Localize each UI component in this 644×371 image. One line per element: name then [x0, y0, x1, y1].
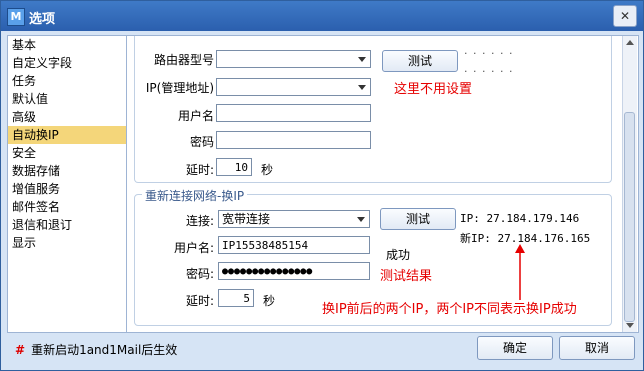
restart-note-text: 重新启动1and1Mail后生效: [31, 343, 178, 357]
scroll-down-icon[interactable]: [626, 323, 634, 328]
sidebar-item-mail-signature[interactable]: 邮件签名: [8, 198, 126, 216]
reconnect-delay-input[interactable]: 5: [218, 289, 254, 307]
router-model-select[interactable]: [216, 50, 371, 68]
cancel-button[interactable]: 取消: [559, 336, 635, 360]
settings-panel: 路由器型号 IP(管理地址) 用户名 密码 延时: 10 秒 测试 · · · …: [128, 36, 638, 332]
sidebar-item-value-added[interactable]: 增值服务: [8, 180, 126, 198]
test-status: 成功: [386, 248, 411, 262]
router-password-input[interactable]: [216, 131, 371, 149]
router-annotation: 这里不用设置: [394, 82, 473, 97]
app-icon: M: [7, 8, 25, 26]
scroll-up-icon[interactable]: [626, 40, 634, 45]
connection-label: 连接:: [185, 214, 214, 228]
reconnect-test-button[interactable]: 测试: [380, 208, 456, 230]
sidebar-item-auto-ip[interactable]: 自动换IP: [8, 126, 126, 144]
reconnect-username-input[interactable]: IP15538485154: [218, 236, 370, 254]
scrollbar-thumb[interactable]: [624, 112, 635, 322]
chevron-down-icon: [358, 85, 366, 90]
reconnect-delay-unit: 秒: [263, 294, 276, 308]
router-delay-input[interactable]: 10: [216, 158, 252, 176]
old-ip-text: IP: 27.184.179.146: [460, 212, 580, 225]
router-test-dots-1: · · · · · ·: [464, 47, 514, 60]
restart-note: # 重新启动1and1Mail后生效: [15, 341, 177, 358]
sidebar-item-display[interactable]: 显示: [8, 234, 126, 252]
router-delay-label: 延时:: [185, 163, 214, 177]
chevron-down-icon: [357, 217, 365, 222]
reconnect-password-input[interactable]: ●●●●●●●●●●●●●●●: [218, 262, 370, 280]
ip-change-annotation: 换IP前后的两个IP，两个IP不同表示换IP成功: [322, 302, 577, 317]
router-model-label: 路由器型号: [153, 53, 214, 67]
options-dialog: M 选项 ✕ 基本 自定义字段 任务 默认值 高级 自动换IP 安全 数据存储 …: [0, 0, 644, 371]
router-ip-select[interactable]: [216, 78, 371, 96]
router-delay-unit: 秒: [261, 163, 274, 177]
sidebar-item-custom-fields[interactable]: 自定义字段: [8, 54, 126, 72]
connection-select[interactable]: 宽带连接: [218, 210, 370, 228]
sidebar-item-security[interactable]: 安全: [8, 144, 126, 162]
reconnect-group-title: 重新连接网络-换IP: [142, 187, 248, 204]
window-title: 选项: [29, 12, 56, 27]
router-username-label: 用户名: [177, 109, 214, 123]
info-icon: #: [15, 343, 26, 357]
reconnect-username-label: 用户名:: [173, 241, 214, 255]
sidebar-item-basic[interactable]: 基本: [8, 36, 126, 54]
reconnect-password-label: 密码:: [185, 267, 214, 281]
annotation-arrow-icon: [515, 244, 525, 300]
sidebar-item-data-storage[interactable]: 数据存储: [8, 162, 126, 180]
router-username-input[interactable]: [216, 104, 371, 122]
reconnect-delay-label: 延时:: [185, 294, 214, 308]
options-content: 基本 自定义字段 任务 默认值 高级 自动换IP 安全 数据存储 增值服务 邮件…: [7, 35, 639, 333]
router-password-label: 密码: [189, 135, 214, 149]
title-bar[interactable]: M 选项 ✕: [1, 1, 643, 31]
ok-button[interactable]: 确定: [477, 336, 553, 360]
sidebar-item-defaults[interactable]: 默认值: [8, 90, 126, 108]
router-ip-label: IP(管理地址): [145, 81, 214, 95]
chevron-down-icon: [358, 57, 366, 62]
close-button[interactable]: ✕: [613, 5, 637, 27]
test-result-annotation: 测试结果: [380, 269, 433, 284]
router-test-button[interactable]: 测试: [382, 50, 458, 72]
sidebar: 基本 自定义字段 任务 默认值 高级 自动换IP 安全 数据存储 增值服务 邮件…: [8, 36, 127, 332]
settings-scrollbar[interactable]: [622, 36, 637, 332]
sidebar-item-bounce-unsubscribe[interactable]: 退信和退订: [8, 216, 126, 234]
router-test-dots-2: · · · · · ·: [464, 65, 514, 78]
sidebar-item-tasks[interactable]: 任务: [8, 72, 126, 90]
sidebar-item-advanced[interactable]: 高级: [8, 108, 126, 126]
